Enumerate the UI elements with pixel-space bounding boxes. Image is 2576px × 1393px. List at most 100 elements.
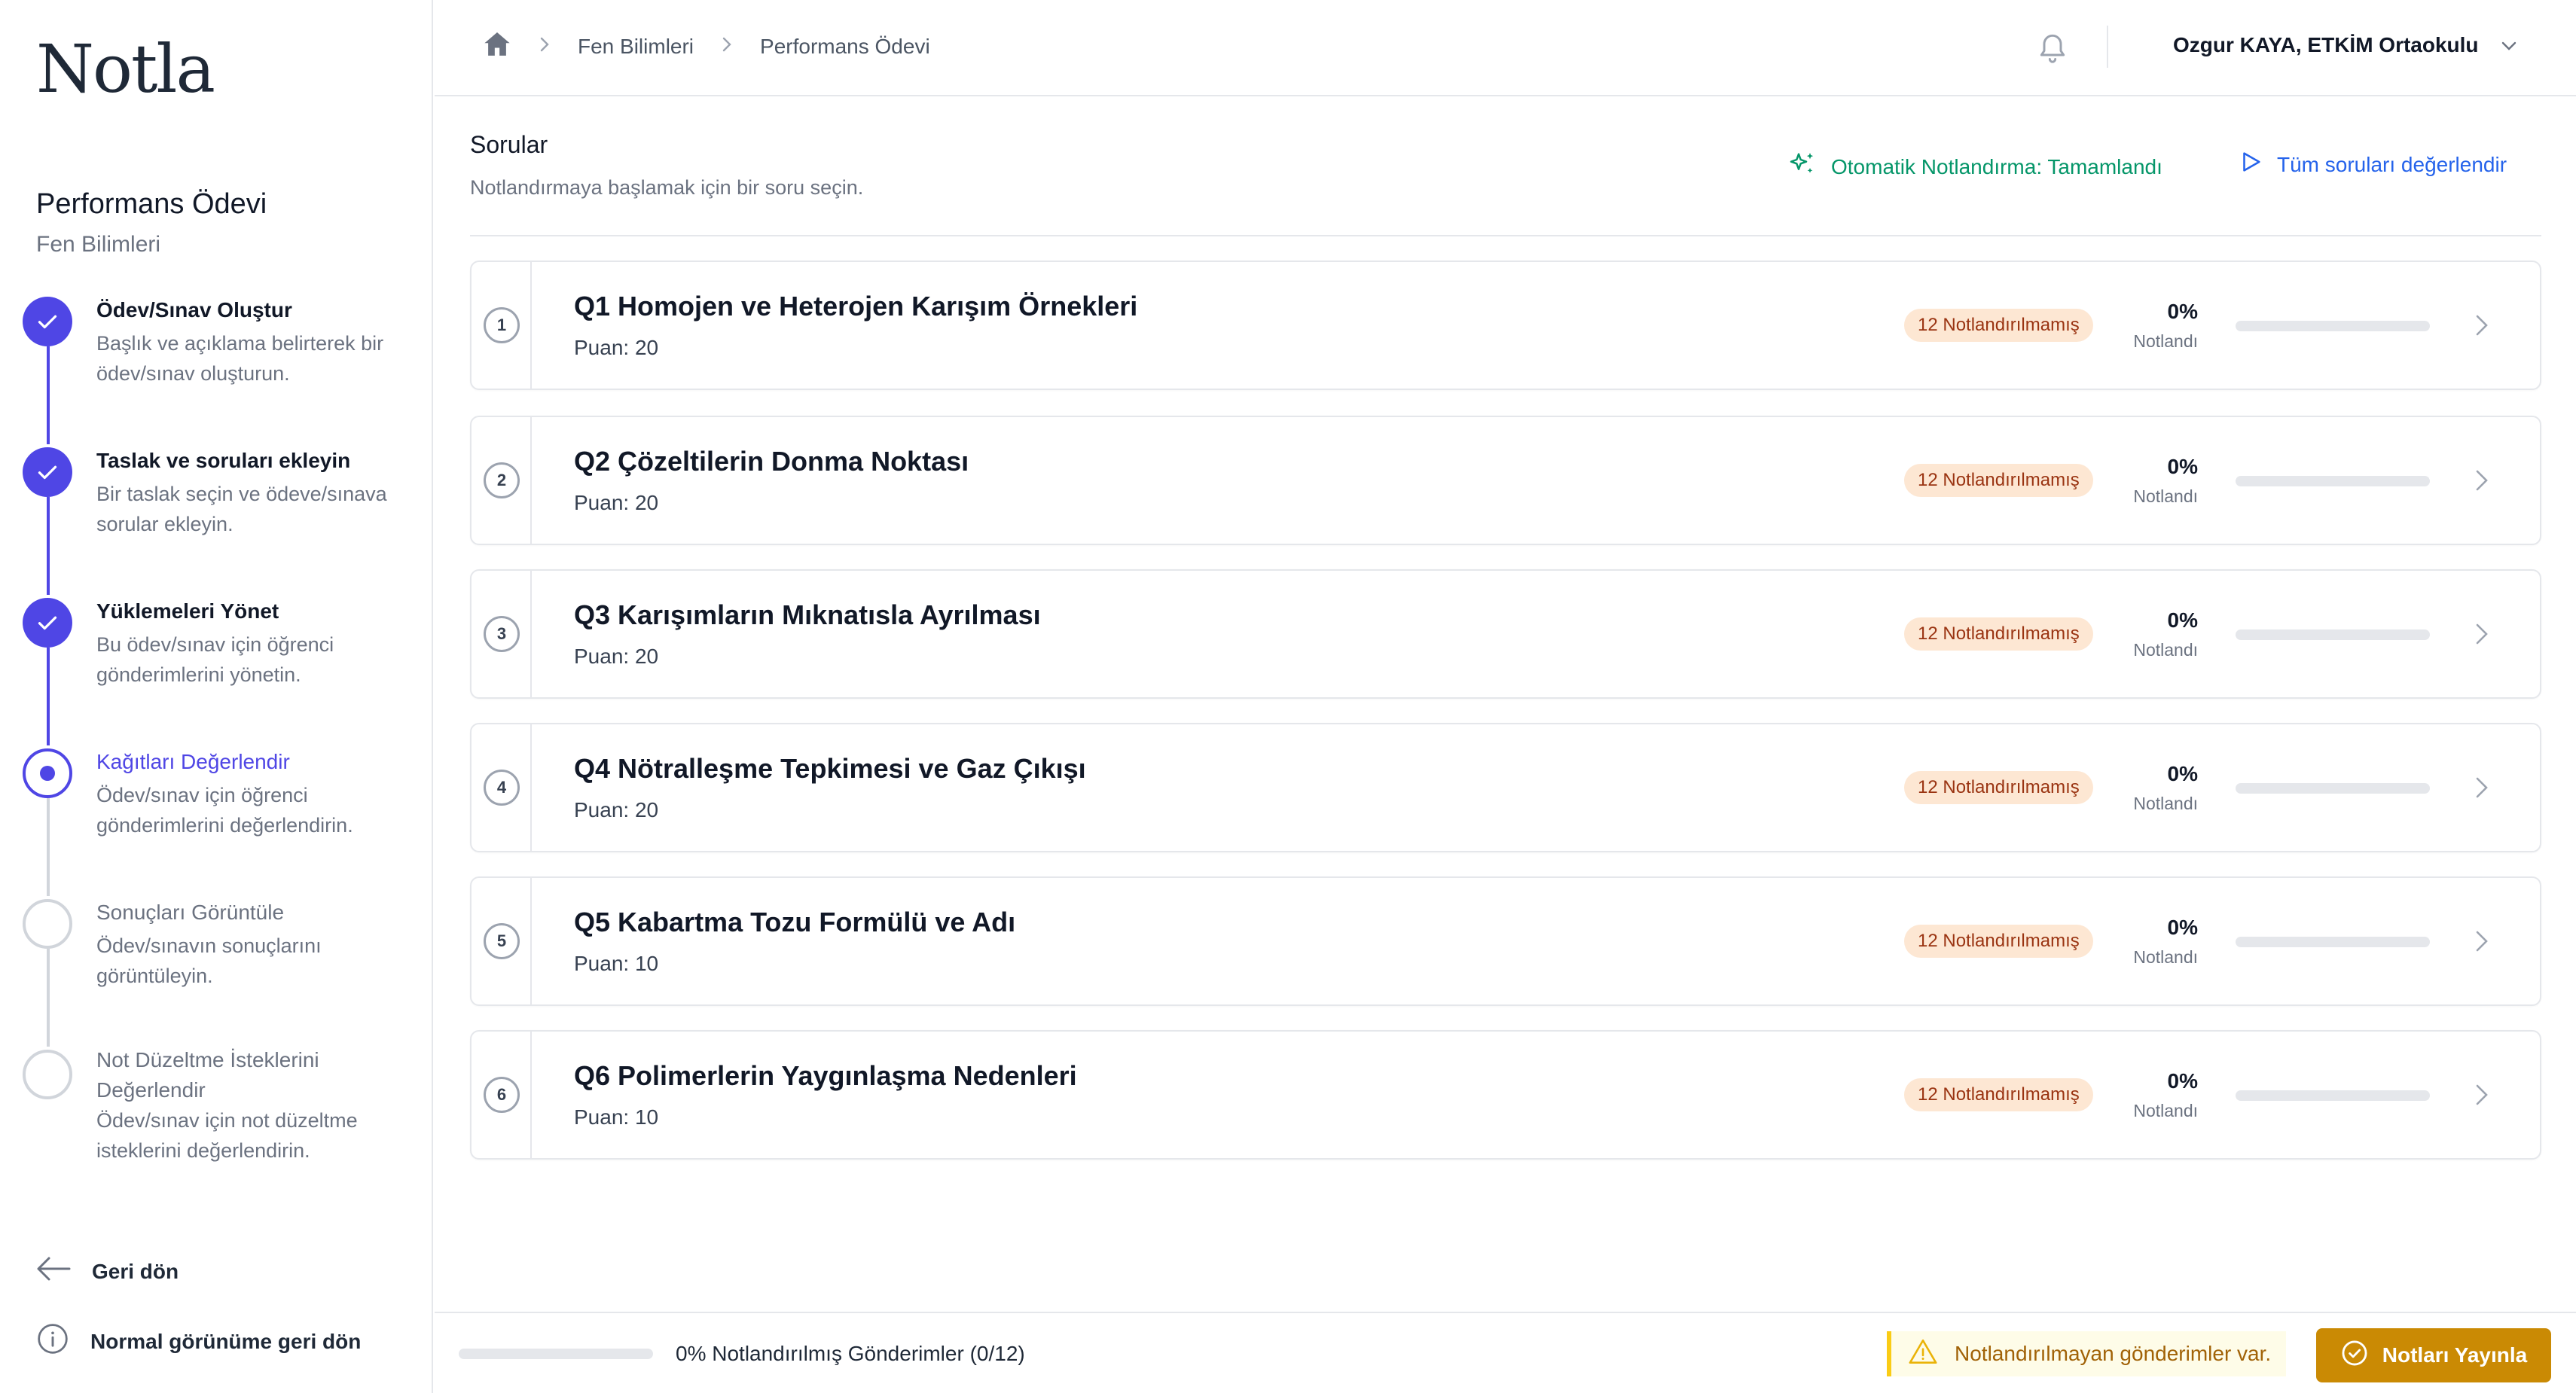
graded-percent: 0%	[2167, 916, 2198, 939]
chevron-right-icon	[2474, 928, 2490, 959]
ungraded-warning: Notlandırılmayan gönderimler var.	[1887, 1331, 2286, 1376]
auto-grading-label: Otomatik Notlandırma: Tamamlandı	[1831, 154, 2162, 178]
step-title: Kağıtları Değerlendir	[96, 750, 290, 773]
ungraded-badge: 12 Notlandırılmamış	[1904, 1078, 2093, 1111]
step-connector	[47, 497, 50, 595]
breadcrumb: Fen Bilimleri Performans Ödevi	[483, 30, 930, 62]
normal-view-button[interactable]: Normal görünüme geri dön	[36, 1322, 361, 1361]
section-title: Sorular	[470, 131, 548, 158]
home-icon[interactable]	[483, 30, 511, 62]
question-number: 5	[484, 923, 520, 959]
chevron-right-icon	[2474, 774, 2490, 805]
grade-all-button[interactable]: Tüm soruları değerlendir	[2238, 149, 2507, 180]
question-number: 6	[484, 1077, 520, 1113]
user-menu[interactable]: Ozgur KAYA, ETKİM Ortaokulu	[2173, 33, 2518, 57]
question-number-column: 2	[472, 417, 532, 544]
question-points: Puan: 10	[574, 1105, 659, 1129]
question-title: Q2 Çözeltilerin Donma Noktası	[574, 446, 969, 477]
step-connector	[47, 346, 50, 444]
auto-grading-status: Otomatik Notlandırma: Tamamlandı	[1787, 149, 2162, 184]
check-icon	[23, 598, 72, 648]
arrow-left-icon	[36, 1256, 71, 1287]
overall-progress-bar	[459, 1349, 653, 1359]
question-points: Puan: 20	[574, 491, 659, 514]
divider	[470, 235, 2541, 236]
warning-icon	[1908, 1338, 1938, 1370]
chevron-right-icon	[2474, 620, 2490, 651]
graded-label: Notlandı	[2133, 947, 2198, 967]
question-number: 1	[484, 307, 520, 343]
question-number: 2	[484, 462, 520, 498]
assignment-title: Performans Ödevi	[36, 188, 267, 220]
question-number: 3	[484, 616, 520, 652]
step-description: Ödev/sınavın sonuçlarını görüntüleyin.	[96, 934, 322, 987]
top-bar: Fen Bilimleri Performans Ödevi Ozgur KAY…	[435, 0, 2576, 96]
step-title: Sonuçları Görüntüle	[96, 901, 285, 924]
ungraded-badge: 12 Notlandırılmamış	[1904, 771, 2093, 804]
check-icon	[23, 447, 72, 497]
publish-label: Notları Yayınla	[2382, 1343, 2528, 1367]
step-connector	[47, 798, 50, 896]
question-points: Puan: 10	[574, 952, 659, 975]
question-progress-bar	[2236, 1090, 2430, 1101]
step-connector	[47, 949, 50, 1047]
question-number-column: 6	[472, 1032, 532, 1158]
graded-percent: 0%	[2167, 300, 2198, 323]
info-icon	[36, 1322, 69, 1361]
graded-percent: 0%	[2167, 1069, 2198, 1093]
chevron-right-icon	[2474, 312, 2490, 343]
graded-label: Notlandı	[2133, 1101, 2198, 1120]
graded-percent: 0%	[2167, 455, 2198, 478]
bell-icon[interactable]	[2036, 29, 2069, 69]
breadcrumb-page[interactable]: Performans Ödevi	[760, 35, 930, 59]
step-connector	[47, 648, 50, 745]
step-title: Not Düzeltme İsteklerini Değerlendir	[96, 1048, 319, 1102]
assignment-subject: Fen Bilimleri	[36, 232, 161, 257]
question-card[interactable]: 2 Q2 Çözeltilerin Donma Noktası Puan: 20…	[470, 416, 2541, 545]
graded-label: Notlandı	[2133, 794, 2198, 813]
graded-label: Notlandı	[2133, 640, 2198, 660]
chevron-right-icon	[2474, 467, 2490, 498]
step-description: Başlık ve açıklama belirterek bir ödev/s…	[96, 332, 384, 385]
warning-text: Notlandırılmayan gönderimler var.	[1955, 1342, 2272, 1365]
sparkles-icon	[1787, 149, 1818, 184]
question-points: Puan: 20	[574, 798, 659, 821]
back-button[interactable]: Geri dön	[36, 1256, 179, 1287]
step-title: Taslak ve soruları ekleyin	[96, 449, 351, 472]
publish-grades-button[interactable]: Notları Yayınla	[2316, 1328, 2551, 1382]
question-card[interactable]: 4 Q4 Nötralleşme Tepkimesi ve Gaz Çıkışı…	[470, 723, 2541, 852]
question-card[interactable]: 6 Q6 Polimerlerin Yaygınlaşma Nedenleri …	[470, 1030, 2541, 1160]
graded-percent: 0%	[2167, 608, 2198, 632]
question-title: Q4 Nötralleşme Tepkimesi ve Gaz Çıkışı	[574, 753, 1086, 784]
pending-step-icon	[23, 899, 72, 949]
check-circle-icon	[2340, 1339, 2369, 1373]
app-logo[interactable]: Notla	[36, 30, 215, 108]
divider	[2107, 26, 2108, 68]
question-points: Puan: 20	[574, 645, 659, 668]
question-card[interactable]: 5 Q5 Kabartma Tozu Formülü ve Adı Puan: …	[470, 876, 2541, 1006]
current-step-icon	[23, 748, 72, 798]
question-number-column: 5	[472, 878, 532, 1004]
step-title: Ödev/Sınav Oluştur	[96, 298, 292, 322]
user-name: Ozgur KAYA, ETKİM Ortaokulu	[2173, 33, 2479, 56]
question-number-column: 4	[472, 724, 532, 851]
chevron-right-icon	[539, 35, 551, 59]
graded-label: Notlandı	[2133, 331, 2198, 351]
check-icon	[23, 297, 72, 346]
question-progress-bar	[2236, 937, 2430, 947]
graded-summary: 0% Notlandırılmış Gönderimler (0/12)	[676, 1342, 1025, 1365]
question-progress-bar	[2236, 629, 2430, 640]
section-subtitle: Notlandırmaya başlamak için bir soru seç…	[470, 176, 864, 199]
play-icon	[2238, 149, 2263, 180]
question-card[interactable]: 1 Q1 Homojen ve Heterojen Karışım Örnekl…	[470, 261, 2541, 390]
question-title: Q1 Homojen ve Heterojen Karışım Örnekler…	[574, 291, 1138, 322]
step-title: Yüklemeleri Yönet	[96, 599, 279, 623]
question-card[interactable]: 3 Q3 Karışımların Mıknatısla Ayrılması P…	[470, 569, 2541, 699]
breadcrumb-subject[interactable]: Fen Bilimleri	[578, 35, 694, 59]
graded-percent: 0%	[2167, 762, 2198, 785]
question-progress-bar	[2236, 321, 2430, 331]
footer-bar: 0% Notlandırılmış Gönderimler (0/12) Not…	[435, 1312, 2576, 1393]
graded-label: Notlandı	[2133, 486, 2198, 506]
ungraded-badge: 12 Notlandırılmamış	[1904, 309, 2093, 342]
chevron-right-icon	[2474, 1081, 2490, 1112]
